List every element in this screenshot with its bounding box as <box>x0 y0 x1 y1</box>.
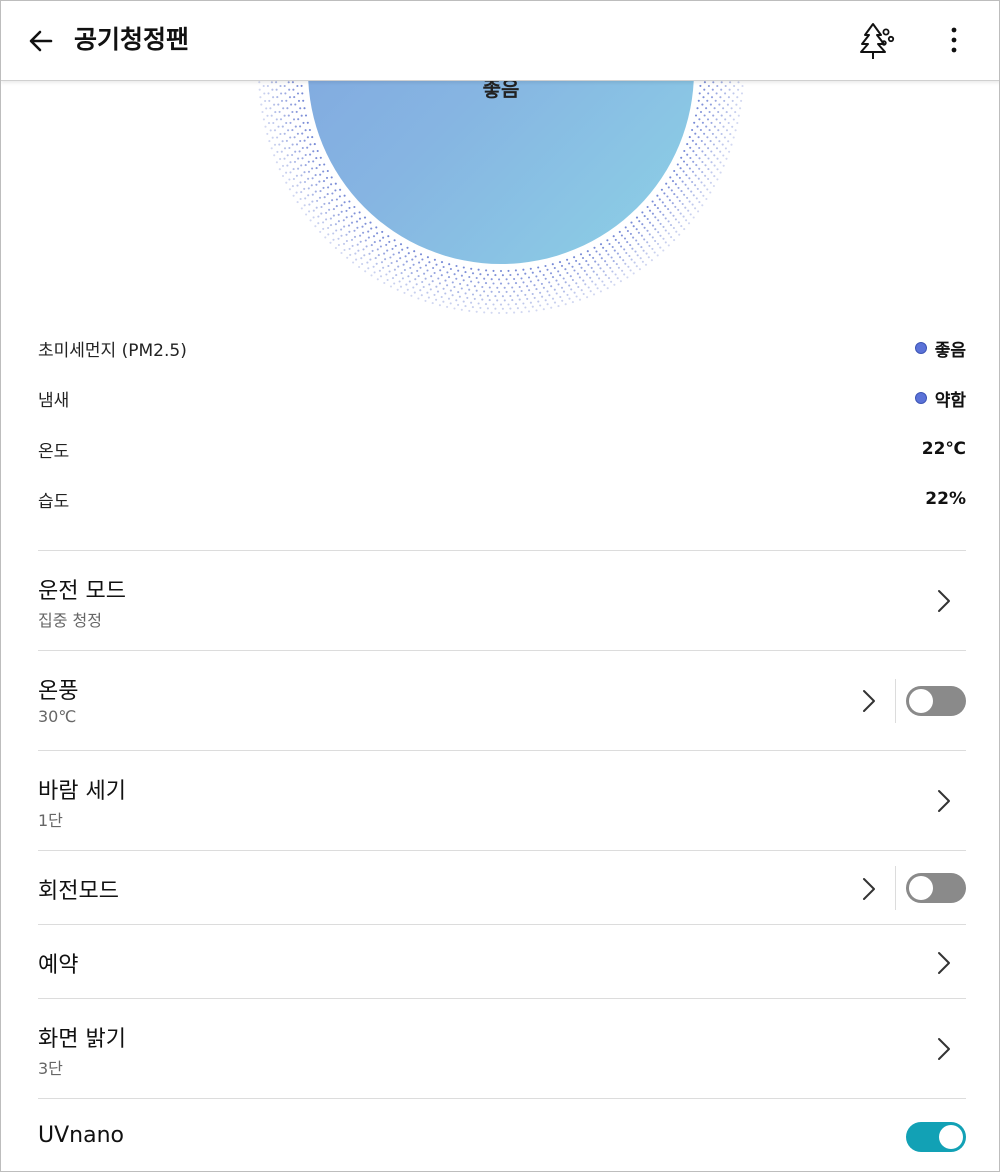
stat-label: 온도 <box>38 441 70 462</box>
settings-item-title: 예약 <box>38 953 79 978</box>
stat-row-odor: 냄새 약함 <box>38 382 966 414</box>
app-screen: 좋음 공기청정팬 초미세먼지 (PM2.5) 좋음 냄새 약함 온도 22℃ 습… <box>0 0 1000 1172</box>
stat-value-text: 22% <box>925 489 966 509</box>
settings-item-uvnano: UVnano <box>38 1099 966 1171</box>
settings-item-title: 화면 밝기 <box>38 1027 126 1052</box>
stat-value-text: 좋음 <box>934 340 966 361</box>
settings-item-reservation[interactable]: 예약 <box>38 925 966 998</box>
stat-value: 좋음 <box>914 336 966 361</box>
warm-air-toggle[interactable] <box>906 686 966 716</box>
settings-item-rotation-mode[interactable]: 회전모드 <box>38 851 966 924</box>
stat-value: 약함 <box>914 386 966 411</box>
tree-icon <box>860 23 895 59</box>
stat-value-text: 약함 <box>934 390 966 411</box>
stat-label: 초미세먼지 (PM2.5) <box>38 340 187 361</box>
status-dot-icon <box>914 392 927 404</box>
status-dot-icon <box>914 342 927 354</box>
air-care-button[interactable] <box>856 19 898 61</box>
stat-row-humidity: 습도 22% <box>38 483 966 515</box>
stat-value-text: 22℃ <box>921 439 966 459</box>
stat-label: 냄새 <box>38 390 70 411</box>
arrow-left-icon <box>29 30 53 52</box>
settings-item-operation-mode[interactable]: 운전 모드 집중 청정 <box>38 551 966 650</box>
settings-item-title: 온풍 <box>38 679 79 704</box>
chevron-right-icon <box>938 790 950 812</box>
settings-item-warm-air[interactable]: 온풍 30℃ <box>38 651 966 750</box>
more-vertical-icon <box>951 27 957 53</box>
settings-item-subtitle: 3단 <box>38 1059 63 1078</box>
chevron-right-icon <box>863 690 875 712</box>
settings-item-title: 회전모드 <box>38 879 119 904</box>
settings-item-subtitle: 1단 <box>38 811 63 830</box>
stat-row-temperature: 온도 22℃ <box>38 433 966 465</box>
settings-item-subtitle: 집중 청정 <box>38 611 102 630</box>
stat-row-pm25: 초미세먼지 (PM2.5) 좋음 <box>38 332 966 364</box>
settings-item-title: UVnano <box>38 1123 124 1148</box>
uvnano-toggle[interactable] <box>906 1122 966 1152</box>
stat-label: 습도 <box>38 491 70 512</box>
settings-item-title: 바람 세기 <box>38 779 126 804</box>
settings-item-subtitle: 30℃ <box>38 707 77 726</box>
app-bar: 공기청정팬 <box>1 1 999 81</box>
settings-item-title: 운전 모드 <box>38 579 126 604</box>
vertical-divider <box>895 679 896 723</box>
page-title: 공기청정팬 <box>74 25 190 54</box>
more-options-button[interactable] <box>939 21 969 61</box>
settings-item-wind-strength[interactable]: 바람 세기 1단 <box>38 751 966 850</box>
chevron-right-icon <box>938 1038 950 1060</box>
settings-item-screen-brightness[interactable]: 화면 밝기 3단 <box>38 999 966 1098</box>
chevron-right-icon <box>938 590 950 612</box>
vertical-divider <box>895 866 896 910</box>
chevron-right-icon <box>938 952 950 974</box>
rotation-mode-toggle[interactable] <box>906 873 966 903</box>
back-button[interactable] <box>23 23 59 59</box>
chevron-right-icon <box>863 878 875 900</box>
